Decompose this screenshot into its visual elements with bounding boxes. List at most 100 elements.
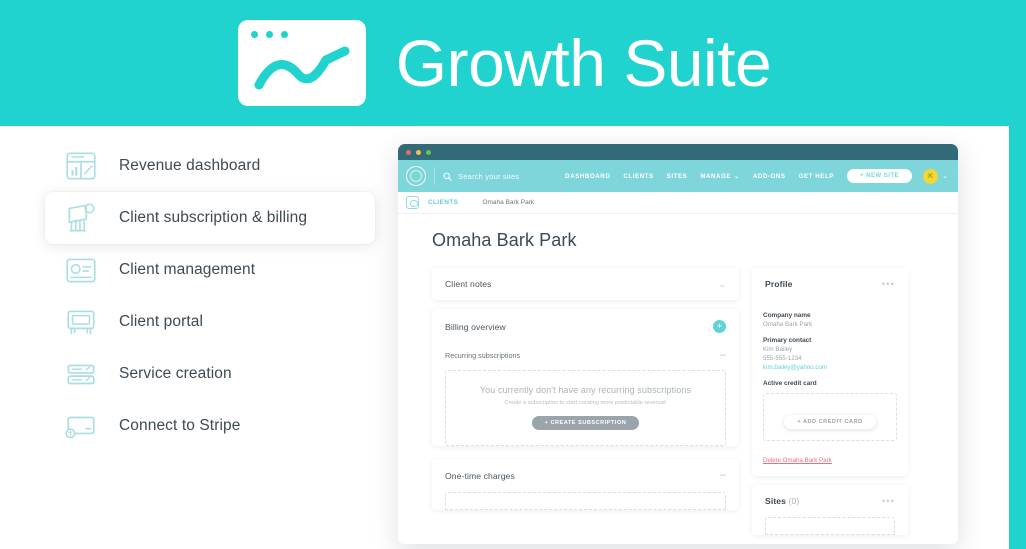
billing-overview-header: Billing overview + xyxy=(432,309,739,344)
chevron-down-icon: ⌄ xyxy=(734,172,740,180)
nav-link-clients[interactable]: CLIENTS xyxy=(623,173,653,180)
contact-name-value: Kim Bailey xyxy=(763,346,793,353)
one-time-charges-header: One-time charges – xyxy=(432,459,739,492)
sites-card: Sites (0) ••• xyxy=(752,485,908,535)
page-title: Growth Suite xyxy=(395,26,772,100)
active-credit-card-field: Active credit card + ADD CREDIT CARD xyxy=(763,380,897,441)
chevron-down-icon[interactable]: ⌄ xyxy=(718,279,726,289)
contact-card-icon xyxy=(66,258,96,283)
sidebar-item-client-subscription-billing[interactable]: Client subscription & billing xyxy=(45,192,375,244)
search-icon xyxy=(443,172,452,181)
credit-card-icon xyxy=(65,416,95,439)
billing-overview-card: Billing overview + Recurring subscriptio… xyxy=(432,309,739,446)
content-columns: Client notes ⌄ Billing overview + Recurr… xyxy=(398,251,958,544)
one-time-charges-empty-box xyxy=(445,492,726,510)
profile-title: Profile xyxy=(765,279,793,289)
nav-link-dashboard[interactable]: DASHBOARD xyxy=(565,173,610,180)
sidebar-item-client-management[interactable]: Client management xyxy=(45,244,375,296)
sidebar-item-label: Service creation xyxy=(119,365,232,382)
account-menu[interactable]: K ⌄ xyxy=(923,168,948,184)
recurring-empty-state: You currently don't have any recurring s… xyxy=(445,370,726,446)
nav-link-get-help[interactable]: GET HELP xyxy=(799,173,834,180)
sidebar-item-client-portal[interactable]: Client portal xyxy=(45,296,375,348)
recurring-subscriptions-title: Recurring subscriptions xyxy=(445,351,521,360)
ellipsis-icon[interactable]: ••• xyxy=(882,279,895,289)
nav-link-manage[interactable]: MANAGE ⌄ xyxy=(700,173,740,180)
circular-logo-icon[interactable] xyxy=(406,166,426,186)
minimize-icon[interactable] xyxy=(416,149,421,155)
credit-card-empty-box: + ADD CREDIT CARD xyxy=(763,393,897,441)
primary-contact-field: Primary contact Kim Bailey 555-555-1234 … xyxy=(763,337,897,371)
minus-icon[interactable]: – xyxy=(720,350,726,361)
dashboard-report-icon xyxy=(66,152,96,180)
contact-phone-value: 555-555-1234 xyxy=(763,355,802,362)
logo-dots xyxy=(250,31,288,38)
add-credit-card-button[interactable]: + ADD CREDIT CARD xyxy=(784,415,876,429)
portal-kiosk-icon xyxy=(67,310,95,335)
plus-circle-icon[interactable]: + xyxy=(713,320,726,333)
sidebar-item-label: Client management xyxy=(119,261,256,278)
body-area: Revenue dashboard Client subscription & … xyxy=(0,126,1009,549)
client-notes-card: Client notes ⌄ xyxy=(432,268,739,300)
app-navbar: Search your sites DASHBOARD CLIENTS SITE… xyxy=(398,160,958,192)
profile-body: Company name Omaha Bark Park Primary con… xyxy=(752,300,908,476)
company-name-label: Company name xyxy=(763,312,811,319)
delete-client-link[interactable]: Delete Omaha Bark Park xyxy=(763,457,897,464)
empty-subtext: Create a subscription to start creating … xyxy=(504,400,667,406)
empty-heading: You currently don't have any recurring s… xyxy=(479,385,692,395)
breadcrumb: CLIENTS Omaha Bark Park xyxy=(398,192,958,214)
left-column: Client notes ⌄ Billing overview + Recurr… xyxy=(432,268,739,544)
recurring-subscriptions-header: Recurring subscriptions – xyxy=(432,344,739,370)
breadcrumb-root[interactable]: CLIENTS xyxy=(428,199,458,206)
hand-invoice-icon xyxy=(68,203,95,232)
browser-mockup: Search your sites DASHBOARD CLIENTS SITE… xyxy=(398,144,958,544)
one-time-charges-card: One-time charges – xyxy=(432,459,739,510)
sidebar-item-service-creation[interactable]: Service creation xyxy=(45,348,375,400)
one-time-charges-title: One-time charges xyxy=(445,470,515,481)
feature-nav-list: Revenue dashboard Client subscription & … xyxy=(45,140,375,452)
right-edge-strip xyxy=(1009,0,1026,549)
company-name-value: Omaha Bark Park xyxy=(763,321,813,328)
avatar: K xyxy=(923,168,939,184)
nav-link-sites[interactable]: SITES xyxy=(667,173,688,180)
minus-icon[interactable]: – xyxy=(720,470,726,481)
sites-header: Sites (0) ••• xyxy=(752,485,908,517)
breadcrumb-current: Omaha Bark Park xyxy=(482,199,535,206)
sidebar-item-connect-to-stripe[interactable]: Connect to Stripe xyxy=(45,400,375,452)
wave-line-icon xyxy=(254,46,350,90)
sidebar-item-label: Connect to Stripe xyxy=(119,417,241,434)
sites-title: Sites (0) xyxy=(765,496,800,506)
client-notes-header[interactable]: Client notes ⌄ xyxy=(432,268,739,300)
ellipsis-icon[interactable]: ••• xyxy=(882,496,895,506)
sidebar-item-label: Client subscription & billing xyxy=(119,209,308,226)
new-site-button[interactable]: + NEW SITE xyxy=(846,169,913,183)
profile-card: Profile ••• Company name Omaha Bark Park… xyxy=(752,268,908,476)
contact-email-link[interactable]: kim.bailey@yahoo.com xyxy=(763,364,897,371)
nav-links: DASHBOARD CLIENTS SITES MANAGE ⌄ ADD-ONS … xyxy=(565,173,834,180)
sites-empty-box xyxy=(765,517,895,535)
close-icon[interactable] xyxy=(406,149,411,155)
right-column: Profile ••• Company name Omaha Bark Park… xyxy=(752,268,908,544)
clients-badge-icon xyxy=(406,196,419,209)
page-root: Growth Suite Revenue dashboard Client su… xyxy=(0,0,1026,549)
active-credit-card-label: Active credit card xyxy=(763,380,817,387)
sites-count: (0) xyxy=(788,496,800,506)
brand-header: Growth Suite xyxy=(0,0,1009,126)
nav-divider xyxy=(434,167,435,185)
company-name-field: Company name Omaha Bark Park xyxy=(763,312,897,328)
client-notes-title: Client notes xyxy=(445,279,492,289)
client-page-title: Omaha Bark Park xyxy=(432,230,577,250)
maximize-icon[interactable] xyxy=(426,149,431,155)
search-placeholder: Search your sites xyxy=(458,171,520,181)
chevron-down-icon: ⌄ xyxy=(942,173,948,180)
profile-header: Profile ••• xyxy=(752,268,908,300)
sidebar-item-revenue-dashboard[interactable]: Revenue dashboard xyxy=(45,140,375,192)
sidebar-item-label: Client portal xyxy=(119,313,204,330)
billing-overview-title: Billing overview xyxy=(445,321,506,332)
primary-contact-label: Primary contact xyxy=(763,337,812,344)
search-input[interactable]: Search your sites xyxy=(443,172,565,181)
sidebar-item-label: Revenue dashboard xyxy=(119,157,261,174)
nav-link-add-ons[interactable]: ADD-ONS xyxy=(753,173,786,180)
window-chart-icon xyxy=(237,20,366,106)
create-subscription-button[interactable]: + CREATE SUBSCRIPTION xyxy=(531,416,640,430)
